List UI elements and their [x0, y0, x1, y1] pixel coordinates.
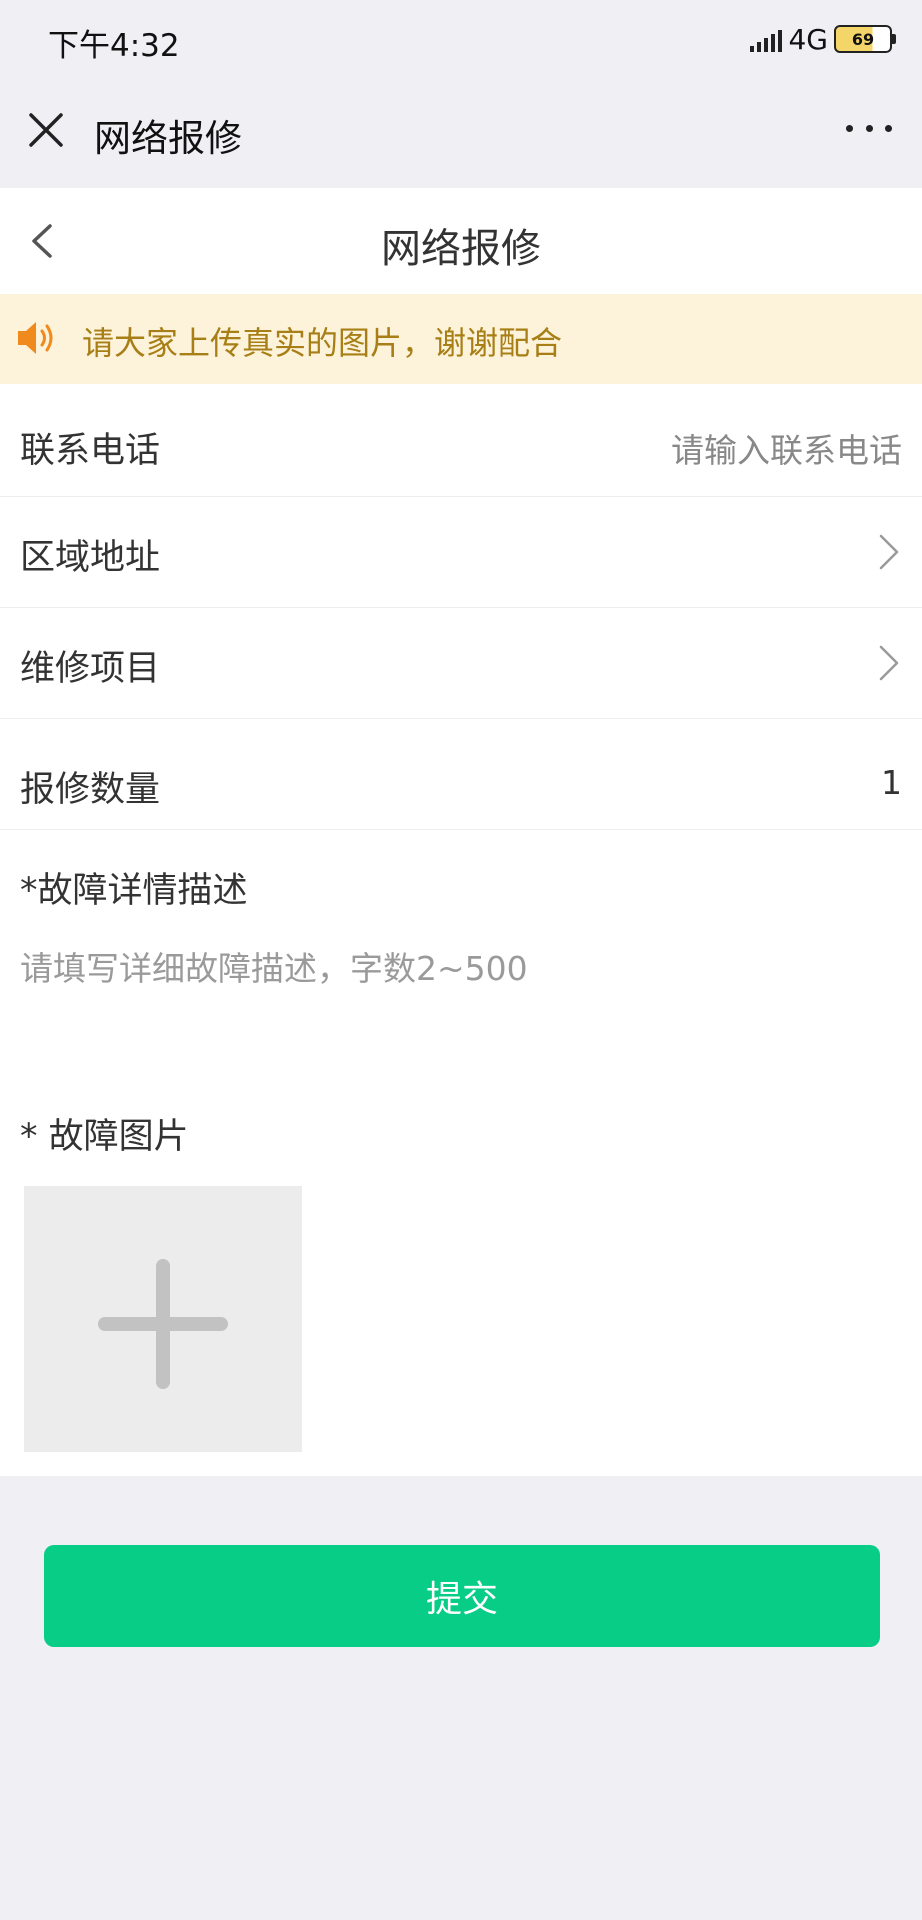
network-type: 4G [788, 22, 828, 56]
signal-icon [750, 26, 783, 52]
window-title: 网络报修 [94, 117, 242, 160]
phone-label: 联系电话 [20, 431, 161, 471]
project-row[interactable]: 维修项目 [0, 608, 922, 719]
description-input[interactable]: 请填写详细故障描述，字数2~500 [20, 942, 528, 990]
phone-row[interactable]: 联系电话 请输入联系电话 [0, 384, 922, 497]
description-label: *故障详情描述 [20, 871, 248, 911]
page-title: 网络报修 [381, 226, 541, 272]
status-bar: 下午4:32 4G 69 [0, 0, 922, 78]
repair-form: 联系电话 请输入联系电话 区域地址 维修项目 报修数量 1 *故障详情描述 请填… [0, 384, 922, 1476]
area-row[interactable]: 区域地址 [0, 497, 922, 608]
chevron-right-icon[interactable] [878, 533, 900, 571]
battery-level: 69 [851, 29, 875, 49]
pictures-label: * 故障图片 [20, 1117, 189, 1157]
speaker-icon [18, 322, 53, 354]
plus-icon [98, 1259, 228, 1389]
quantity-label: 报修数量 [20, 770, 161, 810]
close-icon[interactable] [28, 112, 64, 148]
notice-banner: 请大家上传真实的图片，谢谢配合 [0, 294, 922, 384]
status-time: 下午4:32 [48, 28, 180, 64]
submit-button[interactable]: 提交 [44, 1545, 880, 1647]
notice-text: 请大家上传真实的图片，谢谢配合 [82, 324, 563, 362]
phone-input[interactable]: 请输入联系电话 [671, 424, 902, 472]
page-header: 网络报修 [0, 188, 922, 294]
quantity-row[interactable]: 报修数量 1 [0, 719, 922, 830]
area-label: 区域地址 [20, 538, 161, 578]
quantity-value[interactable]: 1 [881, 763, 902, 802]
battery-icon: 69 [834, 25, 896, 53]
project-label: 维修项目 [20, 649, 161, 689]
app-titlebar: 网络报修 [0, 78, 922, 188]
add-picture-button[interactable] [24, 1186, 302, 1452]
chevron-right-icon[interactable] [878, 644, 900, 682]
more-icon[interactable] [846, 118, 892, 138]
status-indicators: 4G 69 [750, 22, 896, 56]
